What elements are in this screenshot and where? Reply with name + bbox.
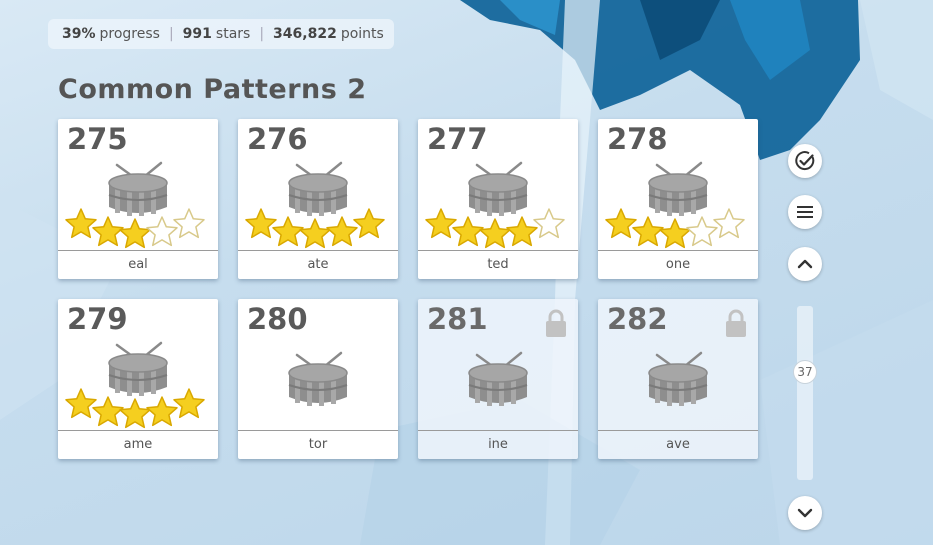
level-card-281[interactable]: 281 ine (418, 299, 578, 459)
star-filled-icon (506, 216, 538, 247)
level-card-275[interactable]: 275 eal (58, 119, 218, 279)
level-label: ame (58, 430, 218, 459)
drum-icon (287, 351, 349, 408)
level-label: eal (58, 250, 218, 279)
level-card-282[interactable]: 282 ave (598, 299, 758, 459)
level-card-279[interactable]: 279 ame (58, 299, 218, 459)
level-label: ate (238, 250, 398, 279)
level-select-screen: 39% progress | 991 stars | 346,822 point… (0, 0, 933, 545)
level-number: 281 (427, 302, 488, 336)
lock-icon (726, 309, 746, 337)
drum-icon (467, 351, 529, 408)
level-grid: 275 eal 276 ate 277 ted 278 one 279 ame … (58, 119, 758, 459)
chevron-down-icon (797, 508, 813, 518)
progress-label: progress (99, 26, 160, 42)
chevron-up-icon (797, 259, 813, 269)
star-empty-icon (686, 216, 718, 247)
star-filled-icon (326, 216, 358, 247)
lock-icon (546, 309, 566, 337)
scroll-down-button[interactable] (788, 496, 822, 530)
level-number: 279 (67, 302, 128, 336)
scrollbar-track[interactable] (797, 306, 813, 480)
page-title: Common Patterns 2 (58, 74, 367, 105)
star-rating (64, 379, 205, 429)
level-card-280[interactable]: 280 tor (238, 299, 398, 459)
stars-label: stars (215, 26, 251, 42)
star-empty-icon (146, 216, 178, 247)
progress-value: 39% (62, 26, 96, 42)
level-number: 280 (247, 302, 308, 336)
level-card-277[interactable]: 277 ted (418, 119, 578, 279)
star-rating (64, 199, 205, 249)
level-card-276[interactable]: 276 ate (238, 119, 398, 279)
level-number: 278 (607, 122, 668, 156)
points-label: points (340, 26, 384, 42)
star-rating (604, 199, 745, 249)
level-label: one (598, 250, 758, 279)
level-number: 277 (427, 122, 488, 156)
level-number: 275 (67, 122, 128, 156)
points-value: 346,822 (273, 26, 337, 42)
level-number: 276 (247, 122, 308, 156)
menu-icon (797, 206, 813, 218)
scroll-up-button[interactable] (788, 247, 822, 281)
level-number: 282 (607, 302, 668, 336)
drum-icon (647, 351, 709, 408)
level-card-278[interactable]: 278 one (598, 119, 758, 279)
level-label: ave (598, 430, 758, 459)
check-circle-icon (795, 151, 815, 171)
star-rating (424, 199, 565, 249)
star-rating (244, 199, 385, 249)
check-progress-button[interactable] (788, 144, 822, 178)
menu-button[interactable] (788, 195, 822, 229)
scrollbar-thumb[interactable]: 37 (793, 360, 817, 384)
star-filled-icon (146, 396, 178, 427)
divider: | (168, 26, 174, 42)
level-label: ted (418, 250, 578, 279)
level-label: ine (418, 430, 578, 459)
stats-bar: 39% progress | 991 stars | 346,822 point… (48, 19, 394, 49)
divider: | (259, 26, 265, 42)
level-label: tor (238, 430, 398, 459)
stars-value: 991 (182, 26, 212, 42)
